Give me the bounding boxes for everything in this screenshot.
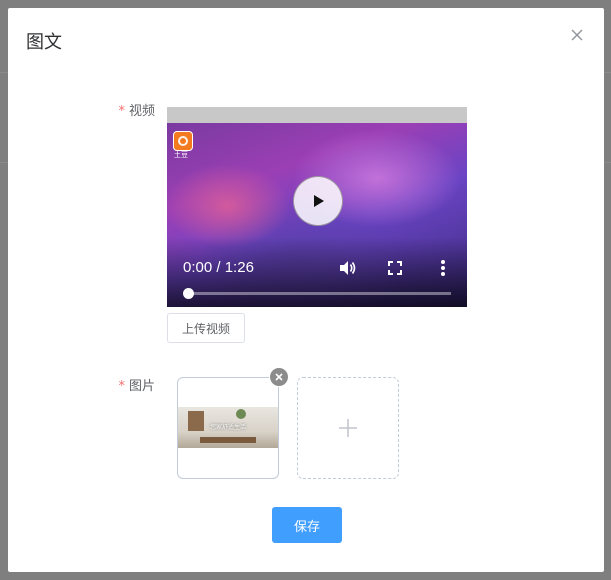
more-options-icon [441,260,445,276]
required-mark: * [118,104,125,119]
thumbnail-caption: 您家舒适生活 [209,424,246,431]
video-topbar [167,107,467,123]
required-mark: * [118,379,125,394]
fullscreen-icon [388,261,402,275]
thumbnail-plant [236,409,246,419]
progress-handle[interactable] [183,288,194,299]
play-button[interactable] [293,176,343,226]
watermark-text: 土豆 [174,151,188,159]
video-label: * 视频 [95,100,155,119]
video-player[interactable]: 土豆 0:00 / 1:26 [167,107,467,307]
more-options-button[interactable] [433,258,453,278]
thumbnail-table [200,437,256,443]
volume-button[interactable] [337,258,357,278]
progress-bar[interactable] [187,292,451,295]
current-time: 0:00 [183,259,213,276]
save-button[interactable]: 保存 [272,507,342,543]
dialog: 图文 * 视频 土豆 0:00 / 1:26 上传视频 * 图片 您家舒适生活 … [8,8,604,572]
plus-icon [339,419,357,437]
thumbnail-image: 您家舒适生活 [178,407,278,448]
add-image-button[interactable] [297,377,399,479]
time-display: 0:00 / 1:26 [183,259,254,276]
video-label-text: 视频 [128,104,155,119]
image-label: * 图片 [95,375,155,394]
fullscreen-button[interactable] [385,258,405,278]
remove-image-button[interactable] [269,367,289,387]
volume-icon [340,261,356,275]
dialog-title: 图文 [26,32,62,53]
time-separator: / [216,259,221,276]
remove-icon [275,373,283,381]
upload-video-button[interactable]: 上传视频 [167,313,245,343]
play-icon [314,195,324,207]
tudou-logo-icon [173,131,193,151]
image-label-text: 图片 [128,379,155,394]
image-thumbnail[interactable]: 您家舒适生活 [177,377,279,479]
close-icon [571,29,583,41]
close-button[interactable] [568,26,586,44]
duration: 1:26 [224,259,254,276]
